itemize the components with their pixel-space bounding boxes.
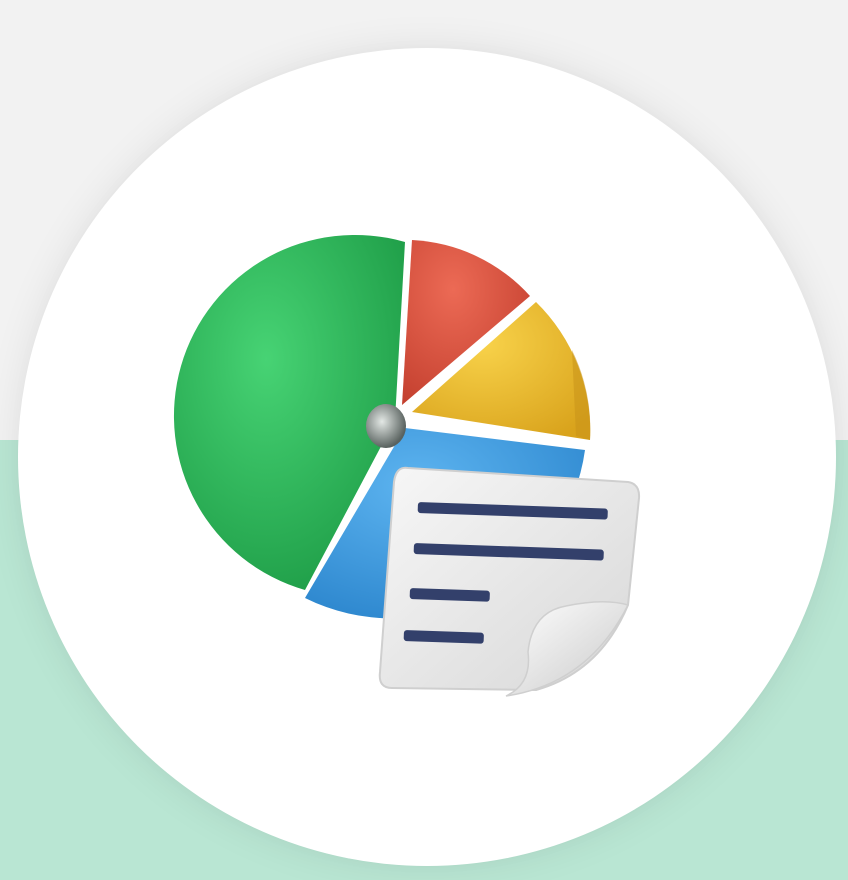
document-icon — [378, 466, 641, 697]
document-paper — [378, 466, 641, 692]
pie-hub — [366, 404, 406, 448]
pie-chart-report-icon — [173, 234, 641, 697]
